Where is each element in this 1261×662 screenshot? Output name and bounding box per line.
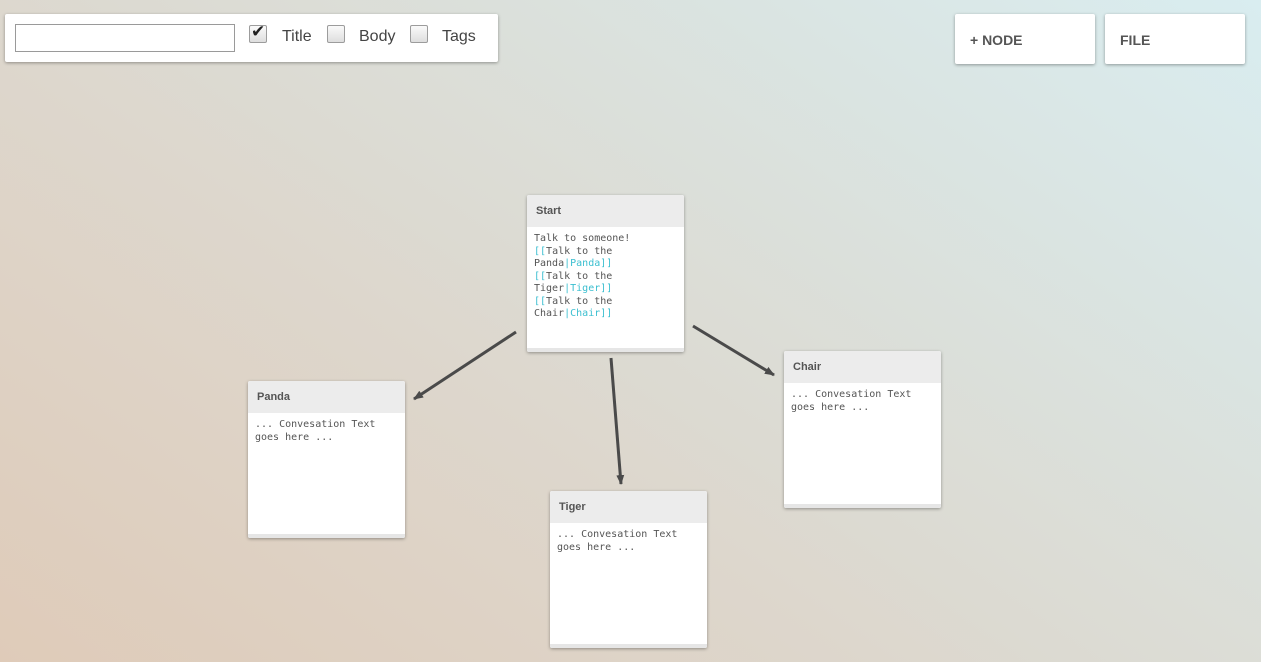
node-body: Talk to someone! [[Talk to the Panda|Pan… — [527, 227, 641, 321]
link-close-bracket: ]] — [600, 308, 613, 319]
node-body: ... Convesation Text goes here ... — [557, 529, 678, 553]
link-open-bracket: [[ — [534, 295, 547, 307]
node-body: ... Convesation Text goes here ... — [255, 419, 376, 443]
node-title: Chair — [784, 351, 941, 383]
node-footer — [248, 534, 405, 538]
node-body: ... Convesation Text goes here ... — [791, 389, 912, 413]
node-tiger[interactable]: Tiger ... Convesation Text goes here ... — [550, 491, 707, 648]
link-target-chair: Chair — [570, 308, 601, 319]
arrow-start-to-panda — [413, 330, 517, 401]
node-title: Start — [527, 195, 684, 227]
node-start[interactable]: Start Talk to someone! [[Talk to the Pan… — [527, 195, 684, 352]
node-chair[interactable]: Chair ... Convesation Text goes here ... — [784, 351, 941, 508]
node-footer — [550, 644, 707, 648]
arrow-start-to-tiger — [609, 357, 625, 485]
node-intro-text: Talk to someone! — [534, 233, 631, 244]
node-footer — [527, 348, 684, 352]
link-open-bracket: [[ — [534, 245, 547, 257]
link-target-panda: Panda — [570, 258, 601, 269]
link-close-bracket: ]] — [600, 258, 613, 269]
node-title: Panda — [248, 381, 405, 413]
node-footer — [784, 504, 941, 508]
link-close-bracket: ]] — [600, 283, 613, 294]
link-open-bracket: [[ — [534, 270, 547, 282]
node-title: Tiger — [550, 491, 707, 523]
link-target-tiger: Tiger — [570, 283, 601, 294]
node-panda[interactable]: Panda ... Convesation Text goes here ... — [248, 381, 405, 538]
arrow-start-to-chair — [692, 324, 775, 377]
